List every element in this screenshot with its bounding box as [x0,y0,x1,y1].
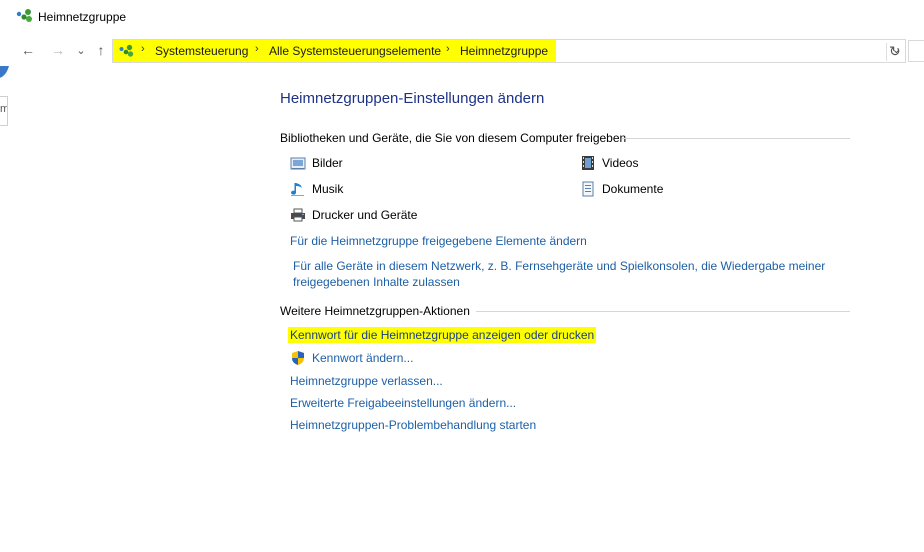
uac-shield-icon [290,350,306,366]
address-bar[interactable]: › Systemsteuerung › Alle Systemsteuerung… [112,39,906,63]
section-divider [622,138,850,139]
breadcrumb-systemsteuerung[interactable]: Systemsteuerung [155,44,248,58]
show-password-link[interactable]: Kennwort für die Heimnetzgruppe anzeigen… [288,327,597,343]
navigation-bar: ← → ⌄ ↑ › Systemsteuerung › Alle Systems… [0,34,924,66]
breadcrumb-separator-icon: › [141,43,145,55]
videos-icon [582,156,594,170]
background-window-stub: m [0,96,8,126]
search-box-edge[interactable] [908,40,924,62]
library-item-musik: Musik [290,180,343,198]
title-bar: Heimnetzgruppe [0,0,924,34]
forward-arrow-icon[interactable]: → [48,40,68,60]
back-arrow-icon[interactable]: ← [18,40,38,60]
leave-homegroup-link[interactable]: Heimnetzgruppe verlassen... [290,374,443,388]
documents-icon [582,181,594,197]
library-item-bilder: Bilder [290,154,343,172]
allow-media-streaming-link[interactable]: Für alle Geräte in diesem Netzwerk, z. B… [293,258,833,290]
advanced-sharing-link[interactable]: Erweiterte Freigabeeinstellungen ändern.… [290,396,516,410]
window-title: Heimnetzgruppe [38,10,127,24]
main-content: Heimnetzgruppen-Einstellungen ändern Bib… [280,66,860,552]
shared-section-title: Bibliotheken und Geräte, die Sie von die… [280,131,627,145]
breadcrumb-separator-icon: › [255,43,259,55]
section-divider [476,311,850,312]
library-item-dokumente: Dokumente [580,180,663,198]
troubleshooter-link[interactable]: Heimnetzgruppen-Problembehandlung starte… [290,418,536,432]
up-arrow-icon[interactable]: ↑ [91,40,111,60]
actions-section-title: Weitere Heimnetzgruppen-Aktionen [280,304,470,318]
page-title: Heimnetzgruppen-Einstellungen ändern [280,90,545,107]
printer-icon [291,208,305,222]
homegroup-icon [119,44,134,57]
breadcrumb-heimnetzgruppe[interactable]: Heimnetzgruppe [460,44,548,58]
recent-locations-chevron-icon[interactable]: ⌄ [71,40,91,60]
library-item-videos: Videos [580,154,638,172]
breadcrumb-alle-elemente[interactable]: Alle Systemsteuerungselemente [269,44,441,58]
refresh-icon[interactable]: ↻ [886,43,902,61]
change-shared-items-link[interactable]: Für die Heimnetzgruppe freigegebene Elem… [290,234,587,248]
pictures-icon [290,157,306,170]
change-password-link[interactable]: Kennwort ändern... [312,351,413,365]
homegroup-icon [16,9,32,22]
library-item-drucker: Drucker und Geräte [290,206,417,224]
music-icon [291,183,304,196]
breadcrumb-separator-icon: › [446,43,450,55]
